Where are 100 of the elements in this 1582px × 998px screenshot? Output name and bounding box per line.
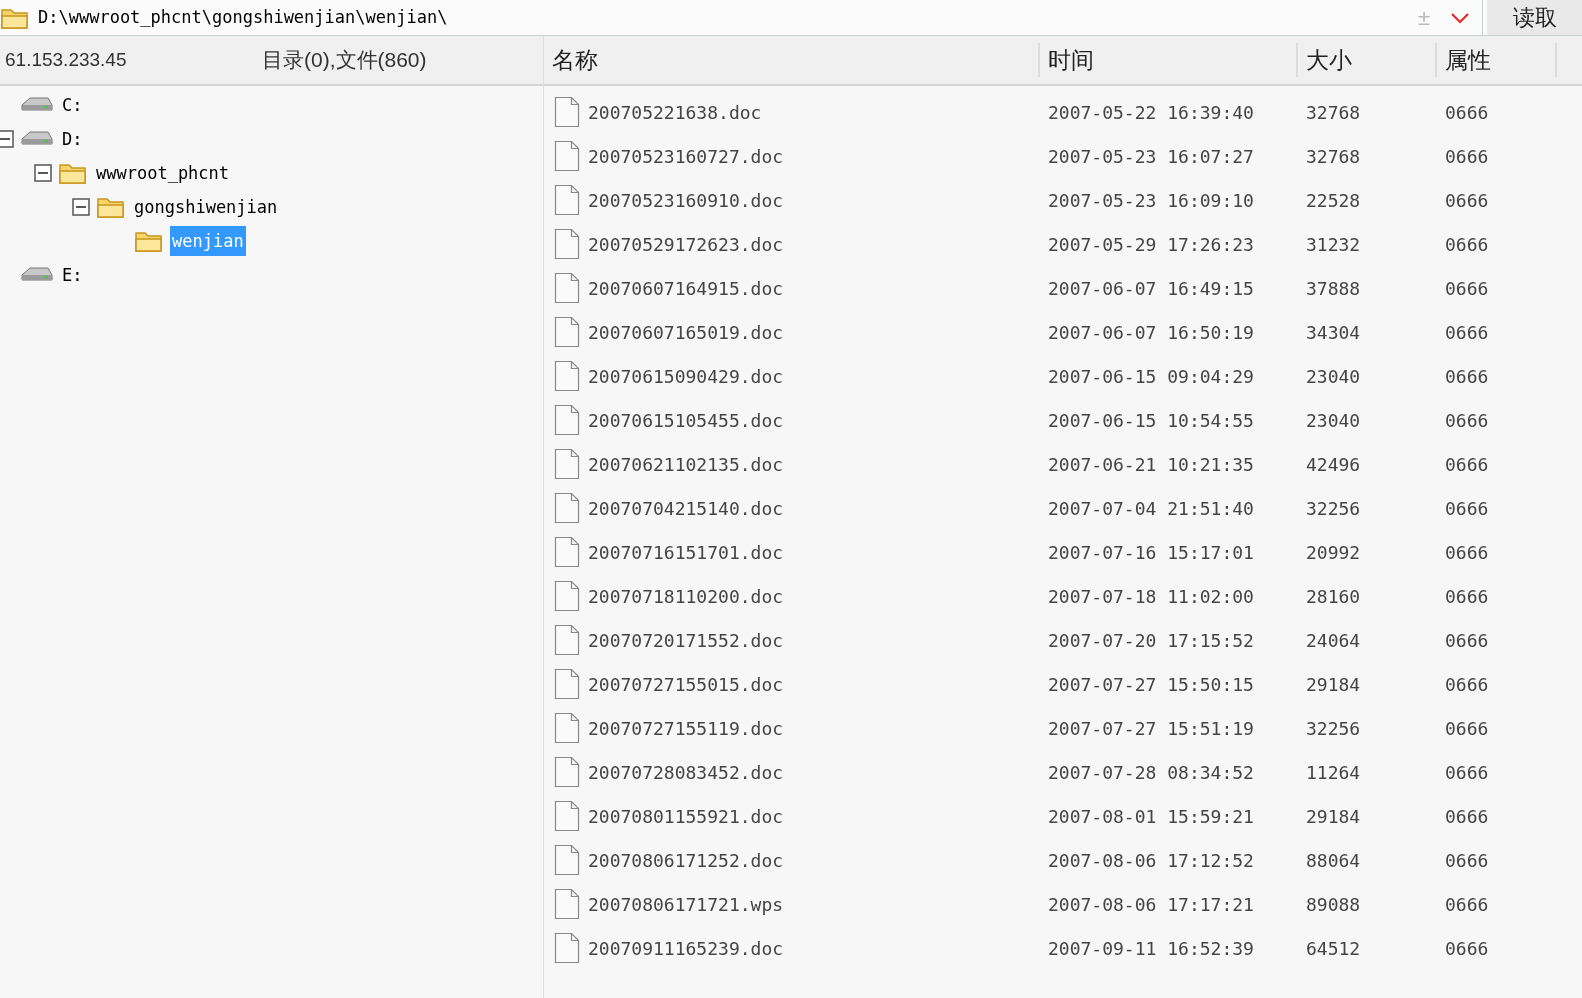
file-name[interactable]: 20070806171721.wps (588, 890, 784, 918)
table-cell-text: 2007-08-01 15:59:21 (1047, 804, 1255, 829)
table-cell-text: 2007-05-23 16:07:27 (1047, 144, 1255, 169)
table-cell-text: 2007-06-07 16:50:19 (1047, 320, 1255, 345)
table-cell-text: 89088 (1305, 892, 1362, 917)
file-icon (554, 492, 580, 524)
table-cell-text: 24064 (1305, 628, 1362, 653)
table-cell-text: 0666 (1444, 848, 1490, 873)
read-button[interactable]: 读取 (1487, 0, 1582, 35)
table-cell-text: 2007-05-22 16:39:40 (1047, 100, 1255, 125)
file-icon (554, 800, 580, 832)
table-cell-text: 2007-09-11 16:52:39 (1047, 936, 1255, 961)
table-cell-text: 0666 (1444, 496, 1490, 521)
file-name[interactable]: 20070911165239.doc (588, 934, 784, 962)
table-cell-text: 2007-06-07 16:49:15 (1047, 276, 1255, 301)
tree-item[interactable]: gongshiwenjian (132, 192, 280, 222)
table-cell-text: 23040 (1305, 364, 1362, 389)
file-icon (554, 404, 580, 436)
file-icon (554, 756, 580, 788)
table-cell-text: 31232 (1305, 232, 1362, 257)
file-icon (554, 580, 580, 612)
file-name[interactable]: 20070718110200.doc (588, 582, 784, 610)
table-cell-text: 2007-05-23 16:09:10 (1047, 188, 1255, 213)
collapse-toggle-icon[interactable] (0, 130, 14, 148)
file-name[interactable]: 200705221638.doc (588, 98, 762, 126)
table-cell-text: 34304 (1305, 320, 1362, 345)
table-cell-text: 2007-05-29 17:26:23 (1047, 232, 1255, 257)
file-name[interactable]: 20070607164915.doc (588, 274, 784, 302)
table-cell-text: 0666 (1444, 452, 1490, 477)
table-cell-text: 0666 (1444, 232, 1490, 257)
table-cell-text: 0666 (1444, 760, 1490, 785)
table-cell-text: 37888 (1305, 276, 1362, 301)
file-name[interactable]: 20070720171552.doc (588, 626, 784, 654)
table-cell-text: 28160 (1305, 584, 1362, 609)
file-name[interactable]: 20070529172623.doc (588, 230, 784, 258)
column-header[interactable]: 大小 (1306, 42, 1352, 78)
tree-item[interactable]: D: (60, 124, 85, 154)
table-cell-text: 22528 (1305, 188, 1362, 213)
chevron-down-icon[interactable] (1450, 11, 1470, 24)
table-cell-text: 0666 (1444, 100, 1490, 125)
file-icon (554, 536, 580, 568)
table-cell-text: 0666 (1444, 716, 1490, 741)
table-cell-text: 0666 (1444, 584, 1490, 609)
table-cell-text: 0666 (1444, 628, 1490, 653)
file-icon (554, 228, 580, 260)
file-icon (554, 448, 580, 480)
file-name[interactable]: 20070806171252.doc (588, 846, 784, 874)
table-cell-text: 32768 (1305, 144, 1362, 169)
file-name[interactable]: 20070523160727.doc (588, 142, 784, 170)
file-icon (554, 844, 580, 876)
table-cell-text: 2007-07-27 15:51:19 (1047, 716, 1255, 741)
table-cell-text: 0666 (1444, 188, 1490, 213)
file-name[interactable]: 20070621102135.doc (588, 450, 784, 478)
column-header[interactable]: 名称 (552, 42, 598, 78)
table-cell-text: 32256 (1305, 716, 1362, 741)
table-cell-text: 0666 (1444, 672, 1490, 697)
table-cell-text: 0666 (1444, 276, 1490, 301)
file-icon (554, 96, 580, 128)
file-icon (554, 184, 580, 216)
file-name[interactable]: 20070727155015.doc (588, 670, 784, 698)
file-name[interactable]: 20070716151701.doc (588, 538, 784, 566)
file-icon (554, 668, 580, 700)
table-cell-text: 20992 (1305, 540, 1362, 565)
table-cell-text: 2007-07-27 15:50:15 (1047, 672, 1255, 697)
file-name[interactable]: 20070727155119.doc (588, 714, 784, 742)
file-name[interactable]: 20070801155921.doc (588, 802, 784, 830)
table-cell-text: 64512 (1305, 936, 1362, 961)
column-header[interactable]: 属性 (1445, 42, 1491, 78)
item-count: 目录(0),文件(860) (262, 47, 427, 74)
path-field[interactable]: D:\wwwroot_phcnt\gongshiwenjian\wenjian\ ± (0, 0, 1483, 35)
host-address: 61.153.233.45 (4, 47, 128, 72)
table-cell-text: 32768 (1305, 100, 1362, 125)
table-cell-text: 29184 (1305, 804, 1362, 829)
file-icon (554, 712, 580, 744)
column-header[interactable]: 时间 (1048, 42, 1094, 78)
table-cell-text: 0666 (1444, 892, 1490, 917)
table-cell-text: 42496 (1305, 452, 1362, 477)
file-icon (554, 360, 580, 392)
table-cell-text: 11264 (1305, 760, 1362, 785)
tree-item[interactable]: E: (60, 260, 85, 290)
file-name[interactable]: 20070728083452.doc (588, 758, 784, 786)
table-cell-text: 23040 (1305, 408, 1362, 433)
tree-item[interactable]: C: (60, 90, 85, 120)
file-name[interactable]: 20070523160910.doc (588, 186, 784, 214)
collapse-toggle-icon[interactable] (34, 164, 52, 182)
table-cell-text: 0666 (1444, 408, 1490, 433)
table-cell-text: 2007-06-15 10:54:55 (1047, 408, 1255, 433)
table-cell-text: 2007-06-21 10:21:35 (1047, 452, 1255, 477)
file-name[interactable]: 20070615090429.doc (588, 362, 784, 390)
file-name[interactable]: 20070704215140.doc (588, 494, 784, 522)
table-cell-text: 2007-07-18 11:02:00 (1047, 584, 1255, 609)
folder-icon (58, 161, 88, 185)
file-name[interactable]: 20070607165019.doc (588, 318, 784, 346)
table-cell-text: 2007-07-28 08:34:52 (1047, 760, 1255, 785)
file-name[interactable]: 20070615105455.doc (588, 406, 784, 434)
table-cell-text: 2007-06-15 09:04:29 (1047, 364, 1255, 389)
table-cell-text: 0666 (1444, 320, 1490, 345)
collapse-toggle-icon[interactable] (72, 198, 90, 216)
table-cell-text: 29184 (1305, 672, 1362, 697)
tree-item[interactable]: wwwroot_phcnt (94, 158, 232, 188)
